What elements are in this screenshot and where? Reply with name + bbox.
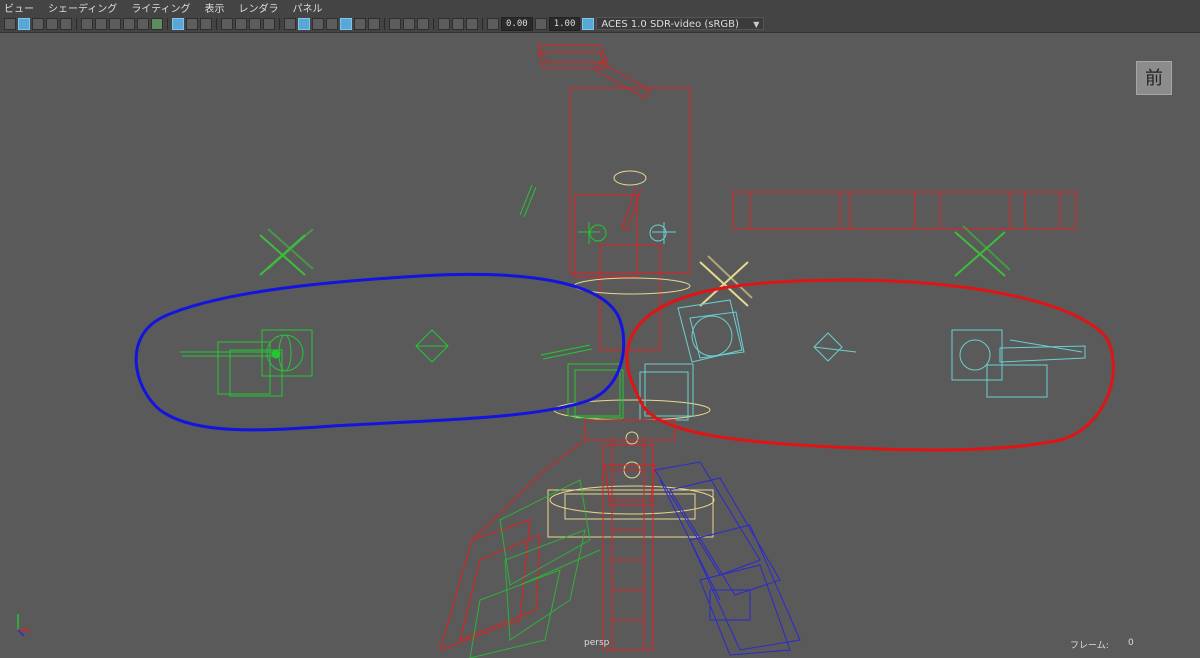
color-space-dropdown[interactable]: ACES 1.0 SDR-video (sRGB) ▼ [596,17,765,30]
color-space-label: ACES 1.0 SDR-video (sRGB) [601,19,739,30]
head-ring[interactable] [613,170,647,186]
color-management-icon[interactable] [582,17,595,30]
camera-attributes-icon[interactable] [18,17,30,30]
shaded-mode-icon[interactable] [298,17,310,30]
xray-icon[interactable] [235,17,247,30]
ambient-occlusion-icon[interactable] [368,17,380,30]
depth-of-field-icon[interactable] [417,17,429,30]
x-marker-center[interactable] [699,255,753,307]
frame-value: 0 [1128,638,1134,648]
multisample-icon[interactable] [403,17,415,30]
textured-icon[interactable] [263,17,275,30]
root-rings[interactable] [547,277,715,538]
gate-mask-icon[interactable] [109,17,121,30]
x-marker-right[interactable] [954,225,1011,277]
view-cube-front[interactable]: 前 [1136,61,1172,95]
frame-selection-icon[interactable] [466,17,478,30]
smooth-shade-icon[interactable] [186,17,198,30]
safe-action-icon[interactable] [137,17,149,30]
motion-blur-icon[interactable] [389,17,401,30]
hip-left-cube[interactable] [567,363,621,417]
wireframe-icon[interactable] [172,17,184,30]
shadows-icon[interactable] [326,17,338,30]
film-gate-icon[interactable] [81,17,93,30]
spine-leg-controls[interactable] [439,419,676,651]
gamma-field[interactable]: 1.00 [548,16,581,31]
menu-shading[interactable]: シェーディング [48,0,117,15]
light-bulb-icon[interactable] [354,17,366,30]
image-plane-icon[interactable] [46,17,58,30]
menu-view[interactable]: ビュー [4,0,34,15]
3d-viewport[interactable]: 前 [0,34,1200,658]
exposure-icon[interactable] [487,17,499,30]
chevron-down-icon: ▼ [753,20,760,29]
xray-joints-icon[interactable] [249,17,261,30]
viewport-scene [17,44,1115,658]
x-marker-left[interactable] [259,228,314,276]
hud-icon[interactable] [452,17,464,30]
gamma-icon[interactable] [534,17,547,30]
shaded-cube-icon[interactable] [284,17,296,30]
menu-bar: ビュー シェーディング ライティング 表示 レンダラ パネル [0,0,1200,15]
wireframe-on-shaded-icon[interactable] [221,17,233,30]
bounding-box-icon[interactable] [200,17,212,30]
right-arm-controls[interactable] [649,222,1086,398]
field-chart-icon[interactable] [123,17,135,30]
panel-toolbar: 0.00 1.00 ACES 1.0 SDR-video (sRGB) ▼ [0,15,1200,33]
frame-label: フレーム: [1070,641,1109,651]
camera-name-label: persp [584,638,610,648]
menu-renderer[interactable]: レンダラ [239,0,279,15]
left-arm-controls[interactable] [180,184,607,397]
lighting-icon[interactable] [312,17,324,30]
menu-panels[interactable]: パネル [293,0,323,15]
menu-lighting[interactable]: ライティング [131,0,190,15]
axis-indicator-icon [17,614,30,637]
exposure-field[interactable]: 0.00 [501,16,533,31]
menu-show[interactable]: 表示 [205,0,225,15]
xray-active-icon[interactable] [340,17,352,30]
isolate-select-icon[interactable] [438,17,450,30]
select-camera-icon[interactable] [4,17,16,30]
right-leg-controls[interactable] [654,461,801,656]
resolution-gate-icon[interactable] [95,17,107,30]
bookmark-icon[interactable] [32,17,44,30]
grid-view-icon[interactable] [60,17,72,30]
arm-bar-right[interactable] [732,191,1077,230]
safe-title-icon[interactable] [151,17,163,30]
